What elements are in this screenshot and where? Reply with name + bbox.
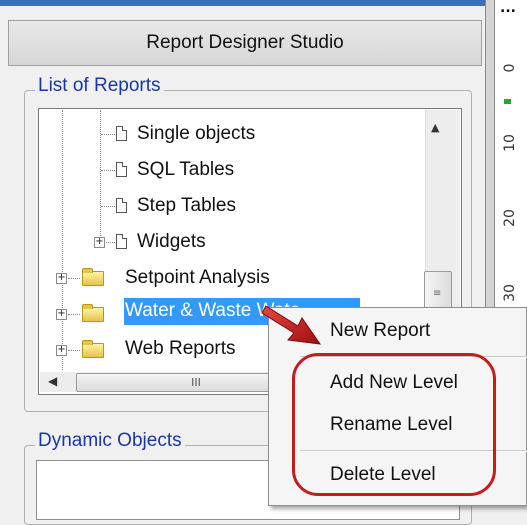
tree-guide-line <box>68 350 80 351</box>
tree-guide-line <box>62 110 63 370</box>
panel-title: Report Designer Studio <box>8 20 482 66</box>
expand-icon[interactable]: + <box>56 273 67 284</box>
folder-icon <box>82 304 104 322</box>
expand-icon[interactable]: + <box>56 309 67 320</box>
ruler-label: 0 <box>502 63 518 73</box>
document-icon <box>116 234 127 249</box>
tree-item-setpoint-analysis[interactable]: Setpoint Analysis <box>125 266 270 290</box>
document-icon <box>116 198 127 213</box>
tree-guide-line <box>100 110 101 242</box>
document-icon <box>116 162 127 177</box>
tree-guide-line <box>101 170 115 171</box>
tree-item-web-reports[interactable]: Web Reports <box>125 337 236 361</box>
document-icon <box>116 126 127 141</box>
ruler-label: 30 <box>502 284 518 302</box>
scroll-grip-icon: ≡ <box>433 288 442 299</box>
ruler-label: 10 <box>502 134 518 152</box>
reports-group-legend: List of Reports <box>35 75 164 97</box>
menu-item-new-report[interactable]: New Report <box>330 320 430 342</box>
dynamic-objects-legend: Dynamic Objects <box>35 430 185 452</box>
expand-icon[interactable]: + <box>94 237 105 248</box>
expand-icon[interactable]: + <box>56 345 67 356</box>
folder-icon <box>82 268 104 286</box>
tree-item-widgets[interactable]: Widgets <box>137 230 206 254</box>
ruler-marker: ... <box>500 0 516 16</box>
scroll-up-icon[interactable]: ▲ <box>431 121 439 134</box>
tree-item-step-tables[interactable]: Step Tables <box>137 194 236 218</box>
window-top-border <box>0 0 490 6</box>
tree-item-single-objects[interactable]: Single objects <box>137 122 255 146</box>
ruler-label: 20 <box>502 209 518 227</box>
tree-guide-line <box>68 278 80 279</box>
red-arrow-icon <box>262 305 322 345</box>
ruler-indicator <box>504 99 511 104</box>
tree-guide-line <box>101 206 115 207</box>
scroll-left-icon[interactable]: ◀ <box>48 374 57 388</box>
annotation-highlight-ellipse <box>292 353 496 496</box>
tree-item-sql-tables[interactable]: SQL Tables <box>137 158 234 182</box>
folder-icon <box>82 340 104 358</box>
tree-guide-line <box>101 134 115 135</box>
tree-guide-line <box>106 242 115 243</box>
tree-guide-line <box>68 314 80 315</box>
